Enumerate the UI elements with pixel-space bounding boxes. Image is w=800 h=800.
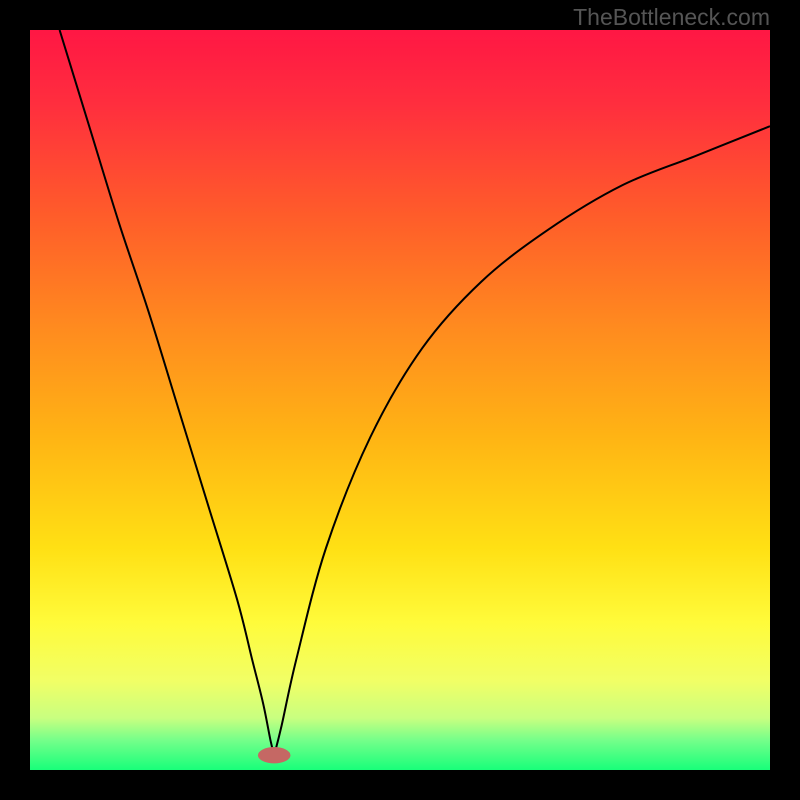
gradient-background: [30, 30, 770, 770]
plot-frame: [30, 30, 770, 770]
optimal-point-marker: [258, 747, 291, 763]
chart-svg: [30, 30, 770, 770]
watermark-text: TheBottleneck.com: [573, 4, 770, 31]
